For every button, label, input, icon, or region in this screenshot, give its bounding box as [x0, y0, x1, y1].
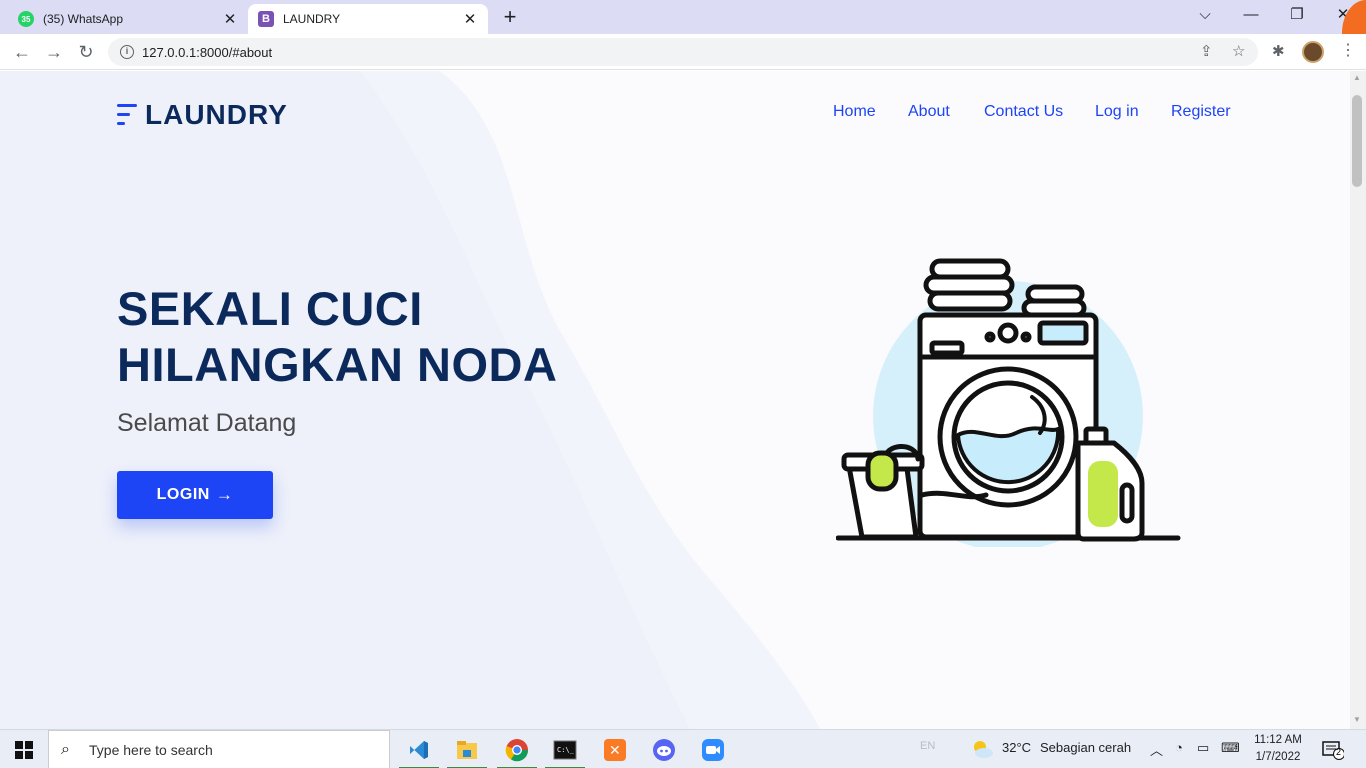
url-text[interactable]: 127.0.0.1:8000/#about [142, 45, 272, 60]
clock-date: 1/7/2022 [1255, 751, 1301, 763]
search-icon: ⌕ [61, 740, 70, 758]
nav-about[interactable]: About [908, 103, 950, 121]
discord-icon[interactable] [640, 730, 688, 768]
nav-contact-us[interactable]: Contact Us [984, 103, 1063, 121]
hero-title: SEKALI CUCI HILANGKAN NODA [117, 281, 557, 393]
search-placeholder[interactable]: Type here to search [89, 742, 213, 758]
whatsapp-icon: 35 [18, 11, 34, 27]
menu-lines-icon [117, 102, 137, 128]
chrome-icon[interactable] [493, 730, 541, 768]
washing-machine-illustration [836, 258, 1181, 547]
notification-center-icon[interactable]: 2 [1322, 740, 1345, 760]
weather-description[interactable]: Sebagian cerah [1040, 740, 1131, 755]
windows-taskbar: ⌕ Type here to search C:\_ ✕ EN 32°C Seb… [0, 729, 1366, 768]
file-explorer-icon[interactable] [443, 730, 491, 768]
back-arrow-icon[interactable]: ← [10, 40, 34, 64]
menu-kebab-icon[interactable]: ⋮ [1340, 40, 1356, 60]
start-button[interactable] [0, 730, 48, 768]
login-button-label: LOGIN [156, 486, 210, 503]
clock-time: 11:12 AM [1254, 734, 1302, 746]
tab-title: LAUNDRY [283, 12, 341, 26]
vscode-icon[interactable] [395, 730, 443, 768]
scroll-up-icon[interactable]: ▲ [1353, 73, 1361, 82]
terminal-icon[interactable]: C:\_ [541, 730, 589, 768]
login-button[interactable]: LOGIN → [117, 471, 273, 519]
restore-button[interactable]: ❐ [1274, 4, 1320, 28]
nav-home[interactable]: Home [833, 103, 876, 121]
language-indicator[interactable]: EN [920, 740, 935, 752]
xampp-icon[interactable]: ✕ [591, 730, 639, 768]
chevron-up-icon[interactable]: ︿ [1150, 740, 1163, 759]
reload-icon[interactable]: ↻ [74, 40, 98, 64]
tab-title: (35) WhatsApp [43, 12, 124, 26]
notification-count: 2 [1336, 747, 1342, 757]
browser-toolbar: ← → ↻ i 127.0.0.1:8000/#about ⇪ ☆ ✱ ⋮ [0, 34, 1366, 70]
profile-avatar[interactable] [1302, 41, 1324, 63]
brand-logo[interactable]: LAUNDRY [117, 99, 288, 131]
svg-text:✕: ✕ [609, 743, 621, 759]
brand-name: LAUNDRY [145, 99, 288, 130]
weather-temperature[interactable]: 32°C [1002, 740, 1031, 755]
scroll-down-icon[interactable]: ▼ [1353, 715, 1361, 724]
hero-title-line2: HILANGKAN NODA [117, 338, 558, 391]
site-info-icon[interactable]: i [120, 45, 134, 59]
tab-laundry[interactable]: B LAUNDRY ✕ [248, 4, 488, 34]
zoom-icon[interactable] [689, 730, 737, 768]
wifi-icon[interactable]: ◔ [1175, 740, 1183, 755]
page-scrollbar[interactable]: ▲ ▼ [1350, 71, 1366, 729]
taskbar-clock[interactable]: 11:12 AM 1/7/2022 [1248, 732, 1308, 766]
extensions-puzzle-icon[interactable]: ✱ [1272, 42, 1285, 60]
tab-whatsapp[interactable]: 35 (35) WhatsApp ✕ [8, 4, 248, 34]
tab-search-button[interactable]: ⌵ [1182, 4, 1228, 28]
bookmark-star-icon[interactable]: ☆ [1232, 42, 1245, 60]
hero-subtitle: Selamat Datang [117, 409, 297, 437]
battery-icon[interactable]: ▭ [1197, 740, 1209, 756]
address-bar[interactable]: i 127.0.0.1:8000/#about [108, 38, 1258, 66]
arrow-right-icon: → [215, 485, 234, 504]
minimize-button[interactable]: — [1228, 4, 1274, 28]
hero-title-line1: SEKALI CUCI [117, 282, 423, 335]
forward-arrow-icon[interactable]: → [42, 40, 66, 64]
nav-log-in[interactable]: Log in [1095, 103, 1139, 121]
nav-register[interactable]: Register [1171, 103, 1231, 121]
close-tab-icon[interactable]: ✕ [462, 10, 478, 28]
tab-strip: 35 (35) WhatsApp ✕ B LAUNDRY ✕ + ⌵ — ❐ ✕ [0, 0, 1366, 66]
keyboard-icon[interactable]: ⌨ [1221, 740, 1240, 756]
weather-icon[interactable] [970, 738, 994, 760]
svg-text:C:\_: C:\_ [557, 746, 575, 754]
scrollbar-thumb[interactable] [1352, 95, 1362, 187]
taskbar-search-box[interactable]: ⌕ Type here to search [48, 730, 390, 768]
bootstrap-icon: B [258, 11, 274, 27]
new-tab-button[interactable]: + [498, 6, 522, 30]
page-viewport: LAUNDRY Home About Contact Us Log in Reg… [0, 71, 1350, 729]
close-tab-icon[interactable]: ✕ [222, 10, 238, 28]
share-icon[interactable]: ⇪ [1200, 42, 1213, 60]
windows-logo-icon [15, 740, 33, 759]
